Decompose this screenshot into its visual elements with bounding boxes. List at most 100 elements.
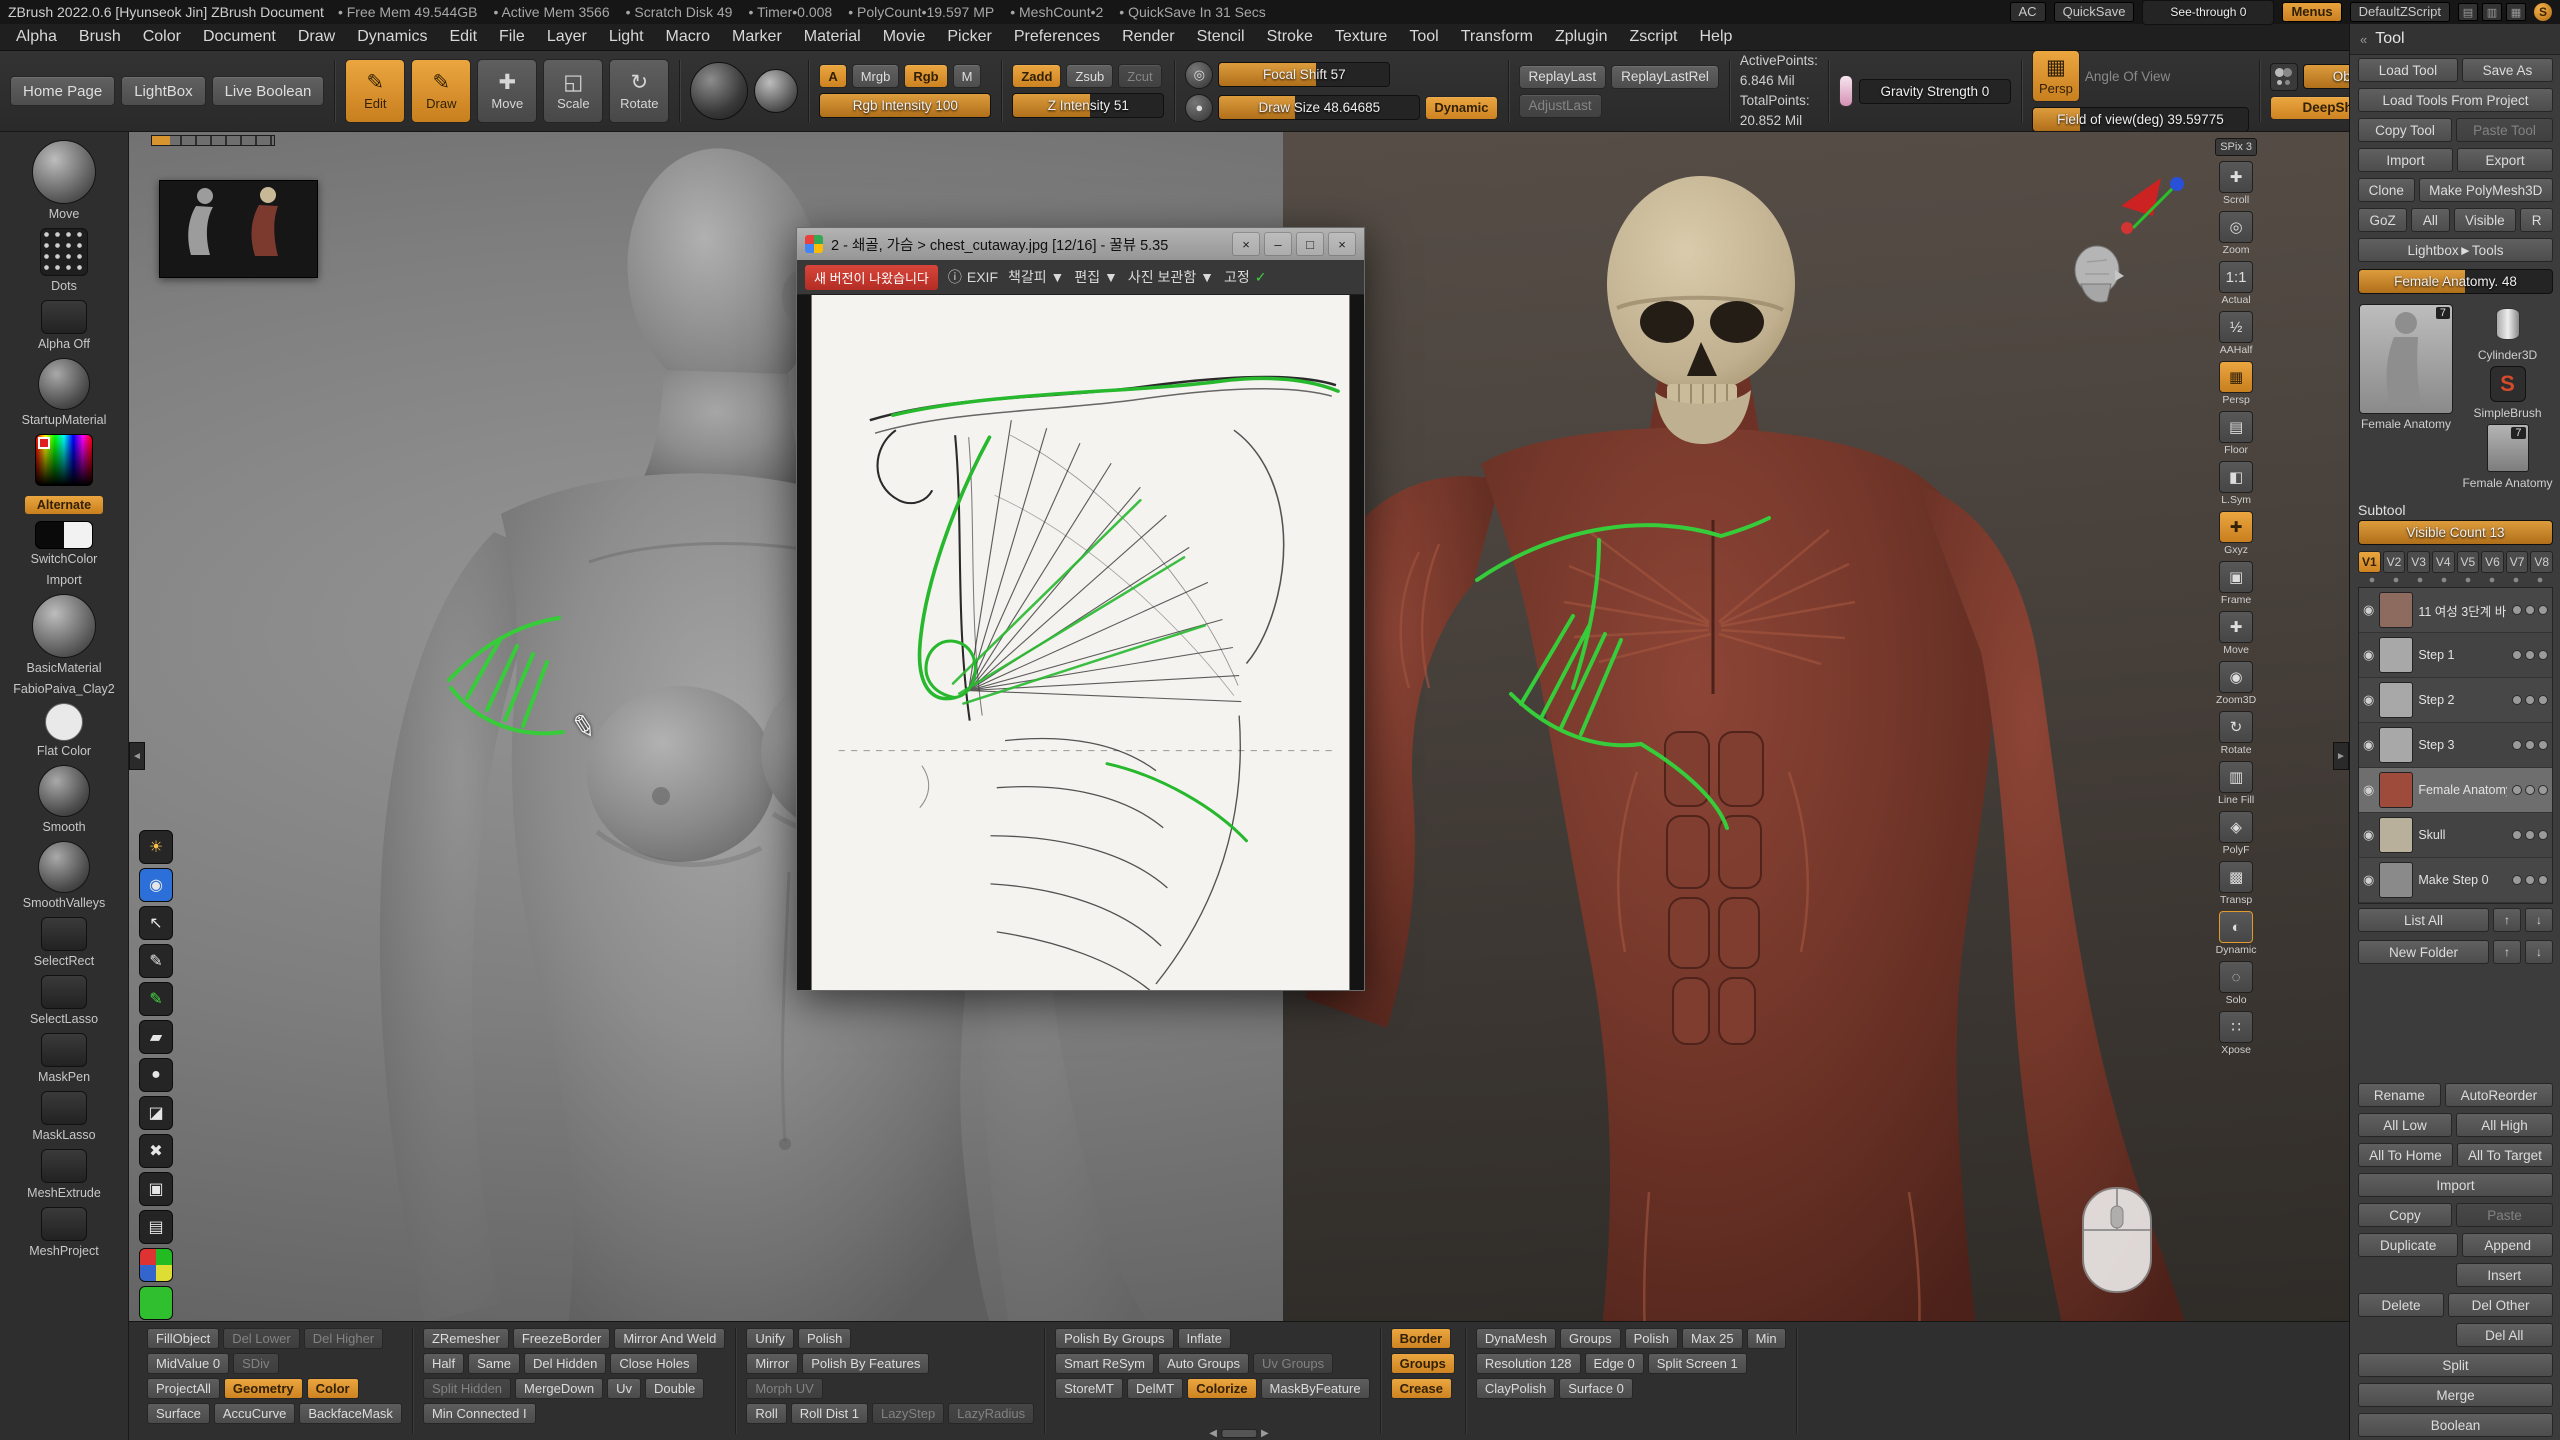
subtool-action-button[interactable]: AutoReorder	[2445, 1083, 2553, 1107]
rgb-intensity-slider[interactable]: Rgb Intensity 100	[819, 93, 991, 118]
tray-button[interactable]: Roll	[746, 1403, 786, 1424]
menu-item[interactable]: Movie	[883, 28, 926, 46]
tray-button[interactable]: Surface 0	[1559, 1378, 1633, 1399]
tray-button[interactable]: Max 25	[1682, 1328, 1743, 1349]
subtool-toggle-dots[interactable]	[2512, 830, 2548, 840]
tray-button[interactable]: Close Holes	[610, 1353, 698, 1374]
field-of-view-slider[interactable]: Field of view(deg) 39.59775	[2032, 107, 2249, 132]
tray-button[interactable]: Smart ReSym	[1055, 1353, 1154, 1374]
tool-panel-button[interactable]: Lightbox►Tools	[2358, 238, 2553, 262]
subtool-action-button[interactable]: Delete	[2358, 1293, 2444, 1317]
shelf-local-symmetry[interactable]: ◧ L.Sym	[2216, 461, 2257, 506]
subtool-version-tab[interactable]: V2	[2383, 551, 2406, 573]
list-all-button[interactable]: List All	[2358, 908, 2489, 932]
shelf-solo[interactable]: ◌ Solo	[2216, 961, 2257, 1006]
tray-button[interactable]: Edge 0	[1585, 1353, 1644, 1374]
tool-panel-button[interactable]: Load Tools From Project	[2358, 88, 2553, 112]
subtool-version-tab[interactable]: V8	[2530, 551, 2553, 573]
camview-head-widget[interactable]	[2067, 244, 2129, 308]
tray-button[interactable]: Uv	[607, 1378, 641, 1399]
shelf-zoom[interactable]: ◎ Zoom	[2216, 211, 2257, 256]
visibility-eye-icon[interactable]: ◉	[139, 868, 173, 902]
subtool-action-button[interactable]: Insert	[2456, 1263, 2554, 1287]
viewer-close-button[interactable]: ×	[1328, 232, 1356, 256]
shelf-transparency[interactable]: ▩ Transp	[2216, 861, 2257, 906]
material-startup[interactable]: StartupMaterial	[22, 358, 107, 427]
tray-button[interactable]: DynaMesh	[1476, 1328, 1556, 1349]
menu-item[interactable]: File	[499, 28, 525, 46]
tray-button[interactable]: Groups	[1391, 1353, 1455, 1374]
tray-button[interactable]: Groups	[1560, 1328, 1621, 1349]
active-tool-slider[interactable]: Female Anatomy. 48	[2358, 269, 2553, 294]
subtool-version-tab[interactable]: V4	[2432, 551, 2455, 573]
reference-thumbnail[interactable]	[159, 180, 318, 278]
default-zscript-button[interactable]: DefaultZScript	[2350, 2, 2450, 23]
lightbox-button[interactable]: LightBox	[121, 76, 205, 106]
shelf-move[interactable]: ✚ Move	[2216, 611, 2257, 656]
tray-button[interactable]: Split Screen 1	[1648, 1353, 1747, 1374]
tray-button[interactable]: MergeDown	[515, 1378, 603, 1399]
brush-mesh-project[interactable]: MeshProject	[29, 1207, 98, 1258]
menu-item[interactable]: Edit	[449, 28, 477, 46]
subtool-version-tab[interactable]: V5	[2457, 551, 2480, 573]
subtool-item-skull[interactable]: ◉ Skull	[2359, 813, 2552, 858]
subtool-item-female-anatomy[interactable]: ◉ Female Anatomy	[2359, 768, 2552, 813]
visible-count-slider[interactable]: Visible Count 13	[2358, 520, 2553, 545]
subtool-item-step1[interactable]: ◉ Step 1	[2359, 633, 2552, 678]
layout-toggle-icon[interactable]: ▦	[2506, 3, 2526, 21]
material-preview-sphere[interactable]	[690, 62, 748, 120]
subtool-action-button[interactable]: Import	[2358, 1173, 2553, 1197]
tray-button[interactable]: Crease	[1391, 1378, 1452, 1399]
tray-button[interactable]: BackfaceMask	[299, 1403, 402, 1424]
menu-item[interactable]: Transform	[1461, 28, 1533, 46]
edit-dropdown[interactable]: 편집 ▼	[1074, 267, 1118, 287]
tray-button[interactable]: Min	[1747, 1328, 1786, 1349]
ac-button[interactable]: AC	[2010, 2, 2046, 23]
eye-icon[interactable]: ◉	[2363, 647, 2374, 663]
tray-button[interactable]: Colorize	[1187, 1378, 1256, 1399]
eye-icon[interactable]: ◉	[2363, 692, 2374, 708]
subtool-item-step3[interactable]: ◉ Step 3	[2359, 723, 2552, 768]
subtool-section-button[interactable]: Boolean	[2358, 1413, 2553, 1437]
subtool-action-button[interactable]: Append	[2462, 1233, 2553, 1257]
screenshot-icon[interactable]: ▣	[139, 1172, 173, 1206]
viewer-minimize-button[interactable]: –	[1264, 232, 1292, 256]
subtool-action-button[interactable]: Copy	[2358, 1203, 2452, 1227]
home-page-button[interactable]: Home Page	[10, 76, 115, 106]
cursor-tool-icon[interactable]: ↖	[139, 906, 173, 940]
shelf-xpose[interactable]: ∷ Xpose	[2216, 1011, 2257, 1056]
tray-button[interactable]: MidValue 0	[147, 1353, 229, 1374]
brush-mask-pen[interactable]: MaskPen	[38, 1033, 90, 1084]
tool-panel-button[interactable]: Copy Tool	[2358, 118, 2452, 142]
menu-item[interactable]: Brush	[79, 28, 121, 46]
tray-button[interactable]: ZRemesher	[423, 1328, 509, 1349]
subtool-toggle-dots[interactable]	[2512, 785, 2548, 795]
tray-button[interactable]: Del Hidden	[524, 1353, 606, 1374]
update-badge[interactable]: 새 버전이 나왔습니다	[805, 265, 938, 290]
tray-button[interactable]: LazyStep	[872, 1403, 944, 1424]
shelf-dynamic[interactable]: ◐ Dynamic	[2216, 911, 2257, 956]
tray-button[interactable]: Del Higher	[304, 1328, 383, 1349]
brush-select-rect[interactable]: SelectRect	[34, 917, 94, 968]
shelf-scroll[interactable]: ✚ Scroll	[2216, 161, 2257, 206]
brush-mesh-extrude[interactable]: MeshExtrude	[27, 1149, 101, 1200]
viewer-titlebar[interactable]: 2 - 쇄골, 가슴 > chest_cutaway.jpg [12/16] -…	[797, 228, 1364, 260]
tray-button[interactable]: Double	[645, 1378, 704, 1399]
viewer-maximize-button[interactable]: □	[1296, 232, 1324, 256]
menus-button[interactable]: Menus	[2282, 2, 2341, 23]
tray-button[interactable]: Morph UV	[746, 1378, 823, 1399]
panel-collapse-left[interactable]: ◄	[129, 742, 145, 770]
tray-button[interactable]: SDiv	[233, 1353, 278, 1374]
shelf-gxyz[interactable]: ✚ Gxyz	[2216, 511, 2257, 556]
tray-scrollbar[interactable]: ◀ ▶	[1209, 1428, 1268, 1439]
shelf-frame[interactable]: ▣ Frame	[2216, 561, 2257, 606]
menu-item[interactable]: Picker	[947, 28, 991, 46]
tray-button[interactable]: Roll Dist 1	[791, 1403, 868, 1424]
tray-button[interactable]: FillObject	[147, 1328, 219, 1349]
menu-item[interactable]: Draw	[298, 28, 335, 46]
layout-toggle-icon[interactable]: ▥	[2482, 3, 2502, 21]
tool-panel-button[interactable]: Paste Tool	[2456, 118, 2553, 142]
color-a-button[interactable]: A	[819, 64, 846, 88]
subtool-action-button[interactable]: Paste	[2456, 1203, 2553, 1227]
subtool-toggle-dots[interactable]	[2512, 650, 2548, 660]
